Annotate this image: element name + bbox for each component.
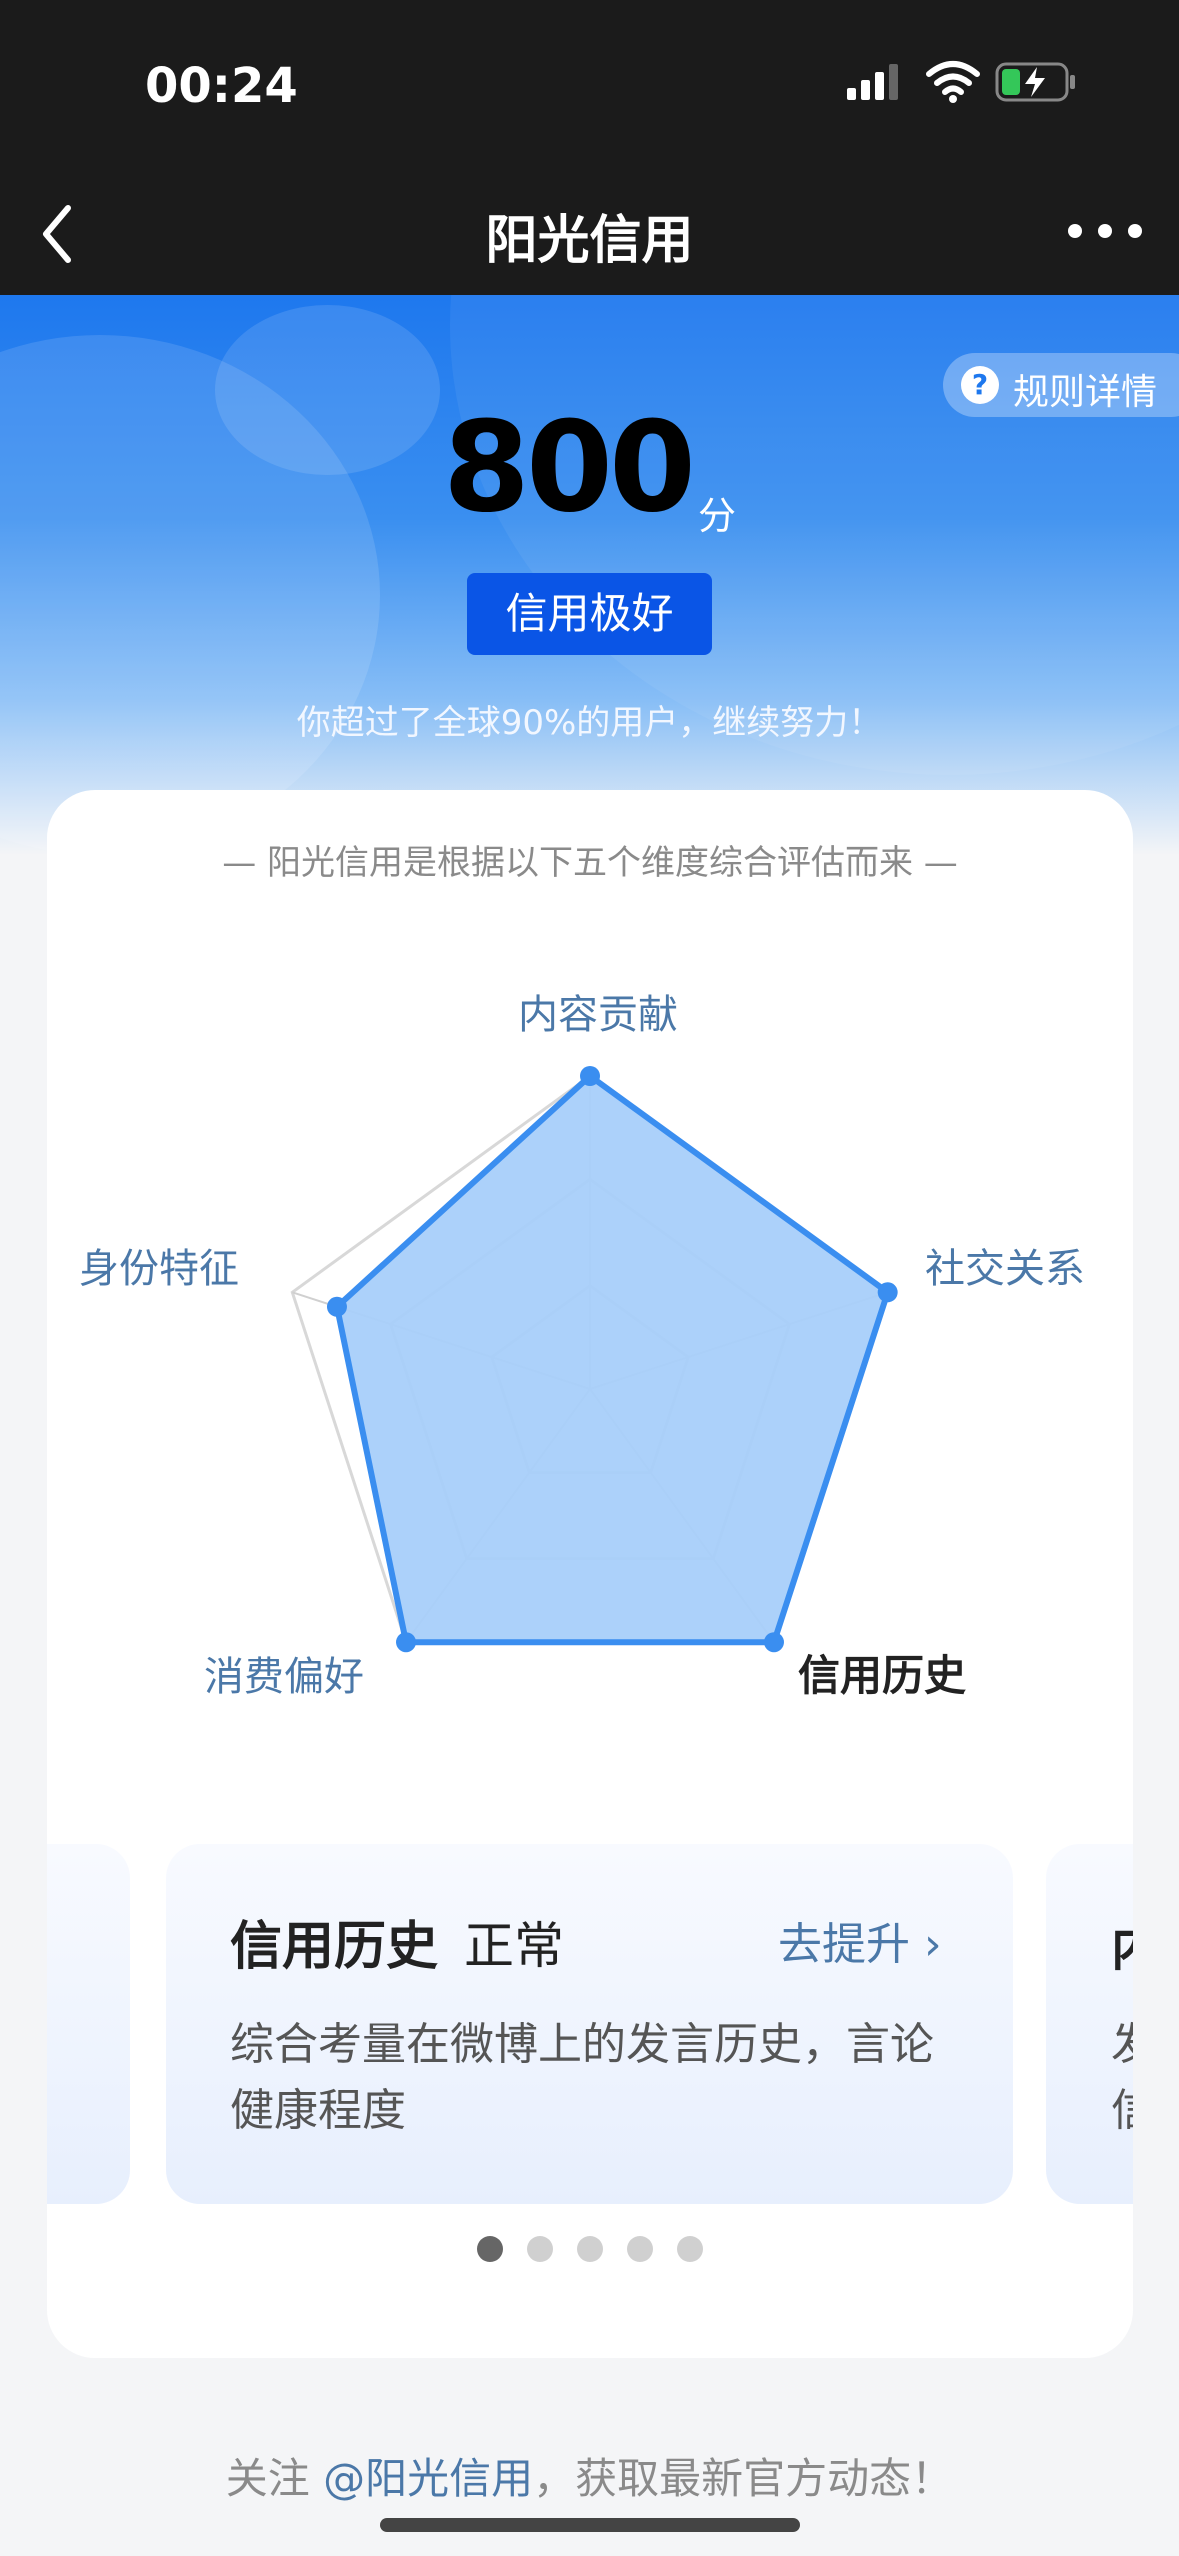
dimensions-card: — 阳光信用是根据以下五个维度综合评估而来 — 内容贡献 社交关系 信用历史 消… <box>47 790 1133 2358</box>
score-unit: 分 <box>697 494 736 538</box>
battery-charging-icon <box>995 62 1075 102</box>
nav-bar: 阳光信用 <box>0 170 1179 295</box>
carousel-pagination <box>47 2236 1133 2266</box>
page-title: 阳光信用 <box>485 211 694 271</box>
carousel-slide-current[interactable]: 信用历史 正常 去提升 › 综合考量在微博上的发言历史，言论健康程度 <box>166 1844 1013 2204</box>
radar-point <box>877 1282 898 1303</box>
status-time: 00:24 <box>145 58 298 114</box>
radar-point <box>763 1632 784 1653</box>
radar-point <box>396 1632 417 1653</box>
slide-title: 内 <box>1111 1908 1133 1980</box>
chevron-right-icon: › <box>910 1919 942 1970</box>
footer-suffix: ，获取最新官方动态！ <box>533 2454 954 2503</box>
wifi-icon <box>926 61 980 103</box>
pagination-dot[interactable] <box>677 2236 703 2262</box>
pagination-dot[interactable] <box>627 2236 653 2262</box>
radar-point <box>326 1296 347 1317</box>
carousel-slide-next[interactable]: 内 发信 <box>1046 1844 1133 2204</box>
dimension-label-consumption[interactable]: 消费偏好 <box>204 1654 364 1700</box>
dimension-label-identity[interactable]: 身份特征 <box>79 1246 239 1292</box>
credit-level-badge: 信用极好 <box>467 573 712 655</box>
improve-link[interactable]: 去提升 › <box>778 1908 942 1972</box>
dimension-label-social[interactable]: 社交关系 <box>925 1246 1085 1292</box>
cellular-signal-icon <box>847 64 898 100</box>
radar-point <box>580 1066 600 1086</box>
improve-label: 去提升 <box>778 1919 910 1970</box>
radar-chart: 内容贡献 社交关系 信用历史 消费偏好 身份特征 <box>79 992 1085 1700</box>
status-bar: 00:24 <box>0 0 1179 170</box>
carousel-slide-prev[interactable] <box>47 1844 130 2204</box>
slide-title: 信用历史 <box>230 1917 439 1977</box>
home-indicator <box>380 2518 800 2532</box>
footer-follow-text: 关注 @阳光信用，获取最新官方动态！ <box>0 2445 1179 2506</box>
slide-status: 正常 <box>464 1917 564 1975</box>
score-value: 800 <box>443 395 696 540</box>
pagination-dot[interactable] <box>527 2236 553 2262</box>
score-hero: ? 规则详情 800 分 信用极好 你超过了全球90%的用户，继续努力！ <box>0 295 1179 855</box>
slide-description: 综合考量在微博上的发言历史，言论健康程度 <box>230 2019 934 2136</box>
pagination-dot[interactable] <box>577 2236 603 2262</box>
radar-value-area <box>333 1073 891 1646</box>
pagination-dot[interactable] <box>477 2236 503 2262</box>
dimension-label-credit-history[interactable]: 信用历史 <box>798 1651 966 1700</box>
dimension-label-content[interactable]: 内容贡献 <box>518 992 678 1038</box>
official-account-link[interactable]: @阳光信用 <box>323 2454 533 2503</box>
more-options-icon[interactable] <box>1060 206 1150 256</box>
footer-prefix: 关注 <box>225 2454 324 2503</box>
ranking-text: 你超过了全球90%的用户，继续努力！ <box>296 703 883 743</box>
slide-description: 发信 <box>1111 2012 1133 2144</box>
credit-score: 800 分 <box>0 395 1179 545</box>
